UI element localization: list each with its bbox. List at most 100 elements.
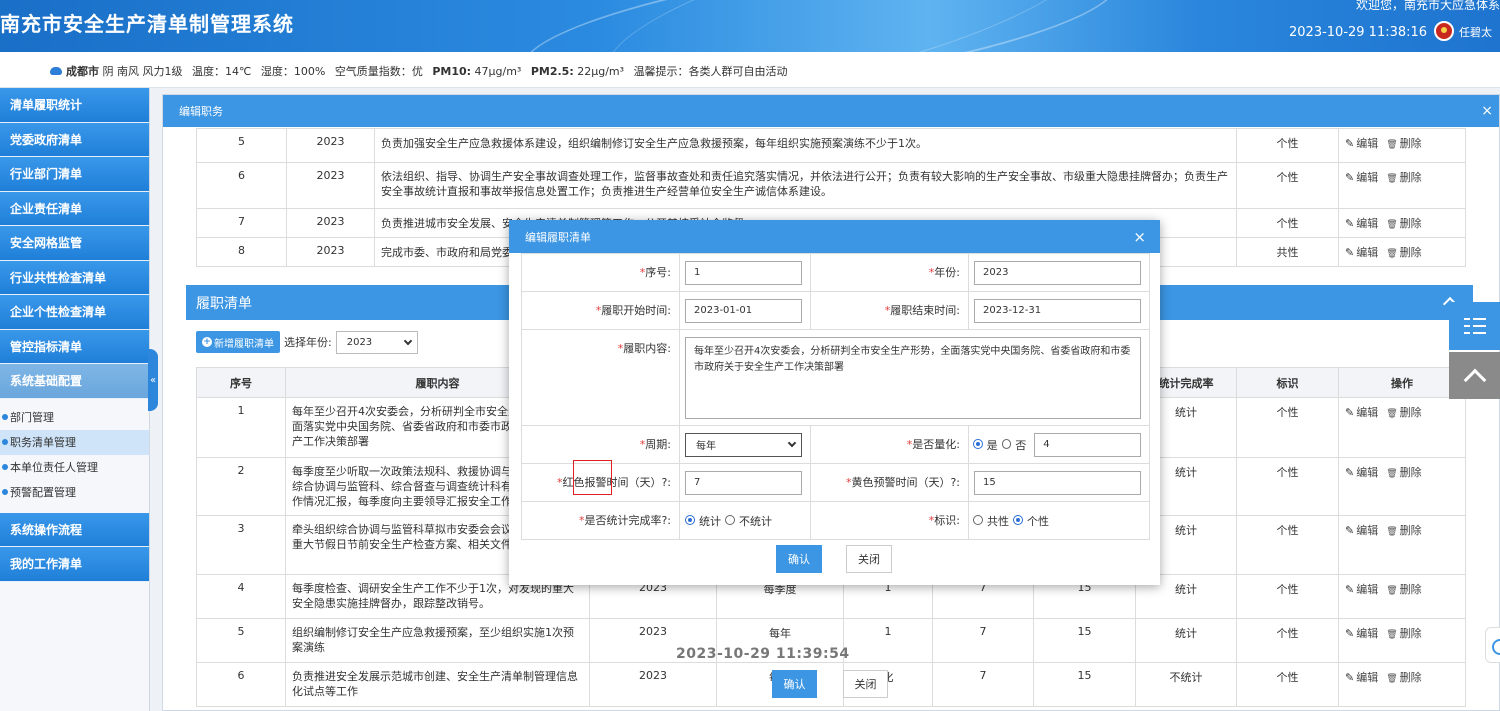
edit-link[interactable]: 编辑 bbox=[1356, 171, 1378, 184]
quant-value-input[interactable]: 4 bbox=[1034, 432, 1141, 457]
delete-icon[interactable] bbox=[1386, 217, 1399, 230]
edit-icon[interactable] bbox=[1345, 671, 1356, 684]
year-filter-select[interactable]: 2023 bbox=[335, 330, 418, 354]
year-value: 2023 bbox=[983, 267, 1009, 278]
edit-link[interactable]: 编辑 bbox=[1356, 137, 1378, 150]
tag-personal-radio[interactable] bbox=[1013, 514, 1023, 525]
delete-link[interactable]: 删除 bbox=[1400, 137, 1422, 150]
user-avatar[interactable] bbox=[1434, 21, 1454, 41]
edit-icon[interactable] bbox=[1345, 171, 1356, 184]
cell-ops: 编辑 删除 bbox=[1338, 162, 1466, 209]
sidebar-sub-duty-list[interactable]: 职务清单管理 bbox=[0, 429, 149, 455]
edit-link[interactable]: 编辑 bbox=[1356, 466, 1378, 479]
panel-confirm-button[interactable]: 确认 bbox=[772, 670, 817, 698]
start-date-input[interactable]: 2023-01-01 bbox=[685, 298, 802, 323]
dialog-close-icon[interactable]: × bbox=[1133, 228, 1146, 246]
cell-no: 8 bbox=[196, 237, 287, 267]
cell-no: 5 bbox=[196, 128, 287, 163]
humidity-label: 湿度： bbox=[260, 65, 294, 78]
delete-icon[interactable] bbox=[1386, 671, 1399, 684]
edit-icon[interactable] bbox=[1345, 406, 1356, 419]
edit-link[interactable]: 编辑 bbox=[1356, 671, 1378, 684]
help-bubble-icon[interactable] bbox=[1485, 627, 1500, 663]
delete-link[interactable]: 删除 bbox=[1400, 671, 1422, 684]
panel-close-button[interactable]: 关闭 bbox=[843, 670, 888, 698]
edit-icon[interactable] bbox=[1345, 217, 1356, 230]
edit-link[interactable]: 编辑 bbox=[1356, 217, 1378, 230]
user-name-menu[interactable]: 任碧太 bbox=[1459, 24, 1492, 40]
cycle-select[interactable]: 每年 bbox=[685, 432, 802, 457]
sidebar-item-industry-dept-list[interactable]: 行业部门清单 bbox=[0, 157, 149, 192]
delete-icon[interactable] bbox=[1386, 246, 1399, 259]
sidebar-item-common-check[interactable]: 行业共性检查清单 bbox=[0, 260, 149, 295]
yellow-warning-input[interactable]: 15 bbox=[974, 470, 1141, 495]
delete-link[interactable]: 删除 bbox=[1400, 524, 1422, 537]
end-date-input[interactable]: 2023-12-31 bbox=[974, 298, 1141, 323]
edit-icon[interactable] bbox=[1345, 246, 1356, 259]
delete-icon[interactable] bbox=[1386, 406, 1399, 419]
delete-icon[interactable] bbox=[1386, 524, 1399, 537]
cell-tag: 个性 bbox=[1236, 515, 1339, 575]
sidebar-item-personal-check[interactable]: 企业个性检查清单 bbox=[0, 295, 149, 330]
delete-icon[interactable] bbox=[1386, 171, 1399, 184]
sidebar-item-control-index[interactable]: 管控指标清单 bbox=[0, 329, 149, 364]
quant-yes-radio[interactable] bbox=[973, 438, 983, 449]
stat-no-radio[interactable] bbox=[725, 514, 735, 525]
sidebar-sub-responsible[interactable]: 本单位责任人管理 bbox=[0, 455, 149, 480]
sidebar-item-enterprise-list[interactable]: 企业责任清单 bbox=[0, 191, 149, 226]
dialog-close-button[interactable]: 关闭 bbox=[846, 545, 892, 573]
sidebar-collapse-toggle[interactable]: « bbox=[148, 349, 158, 411]
stat-no-label: 不统计 bbox=[739, 514, 772, 528]
edit-icon[interactable] bbox=[1345, 466, 1356, 479]
tag-common-radio[interactable] bbox=[973, 514, 983, 525]
table-row: 6 负责推进安全发展示范城市创建、安全生产清单制管理信息化试点等工作 2023 … bbox=[196, 662, 1466, 707]
edit-link[interactable]: 编辑 bbox=[1356, 583, 1378, 596]
content-textarea[interactable]: 每年至少召开4次安委会，分析研判全市安全生产形势，全面落实党中央国务院、省委省政… bbox=[685, 336, 1141, 419]
sidebar-sub-warning[interactable]: 预警配置管理 bbox=[0, 480, 149, 505]
stat-yes-radio[interactable] bbox=[685, 514, 695, 525]
sidebar-item-duty-stats[interactable]: 清单履职统计 bbox=[0, 88, 149, 123]
back-to-top-button[interactable] bbox=[1449, 352, 1500, 399]
panel-close-icon[interactable]: × bbox=[1481, 103, 1493, 119]
field-label: *周期: bbox=[521, 425, 680, 464]
delete-icon[interactable] bbox=[1386, 583, 1399, 596]
dialog-confirm-button[interactable]: 确认 bbox=[776, 545, 822, 573]
delete-link[interactable]: 删除 bbox=[1400, 466, 1422, 479]
delete-link[interactable]: 删除 bbox=[1400, 246, 1422, 259]
edit-icon[interactable] bbox=[1345, 583, 1356, 596]
quant-no-radio[interactable] bbox=[1001, 438, 1012, 449]
sidebar-item-safety-grid[interactable]: 安全网格监管 bbox=[0, 226, 149, 261]
red-alarm-input[interactable]: 7 bbox=[685, 470, 802, 495]
floating-menu-button[interactable] bbox=[1449, 302, 1500, 350]
delete-link[interactable]: 删除 bbox=[1400, 627, 1422, 640]
no-input[interactable]: 1 bbox=[685, 260, 802, 285]
delete-icon[interactable] bbox=[1386, 627, 1399, 640]
edit-link[interactable]: 编辑 bbox=[1356, 406, 1378, 419]
quant-no-label: 否 bbox=[1015, 438, 1027, 452]
sidebar-item-system-config[interactable]: 系统基础配置 bbox=[0, 364, 149, 399]
edit-link[interactable]: 编辑 bbox=[1356, 246, 1378, 259]
delete-link[interactable]: 删除 bbox=[1400, 583, 1422, 596]
tag-common-label: 共性 bbox=[987, 514, 1009, 528]
bullet-icon bbox=[2, 414, 8, 420]
delete-link[interactable]: 删除 bbox=[1400, 171, 1422, 184]
delete-link[interactable]: 删除 bbox=[1400, 406, 1422, 419]
edit-icon[interactable] bbox=[1345, 524, 1356, 537]
cell-ops: 编辑 删除 bbox=[1338, 662, 1466, 707]
cell-tag: 共性 bbox=[1236, 237, 1339, 267]
field-label: *履职结束时间: bbox=[810, 291, 969, 330]
year-input[interactable]: 2023 bbox=[974, 260, 1141, 285]
delete-icon[interactable] bbox=[1386, 466, 1399, 479]
sidebar-sub-dept[interactable]: 部门管理 bbox=[0, 405, 149, 430]
delete-icon[interactable] bbox=[1386, 137, 1399, 150]
sidebar-item-operation-flow[interactable]: 系统操作流程 bbox=[0, 512, 149, 547]
sidebar-item-party-gov-list[interactable]: 党委政府清单 bbox=[0, 122, 149, 157]
edit-link[interactable]: 编辑 bbox=[1356, 524, 1378, 537]
delete-link[interactable]: 删除 bbox=[1400, 217, 1422, 230]
duty-toolbar: + 新增履职清单 选择年份: 2023 bbox=[196, 329, 418, 355]
sidebar-item-my-work[interactable]: 我的工作清单 bbox=[0, 547, 149, 582]
edit-icon[interactable] bbox=[1345, 137, 1356, 150]
edit-icon[interactable] bbox=[1345, 627, 1356, 640]
edit-link[interactable]: 编辑 bbox=[1356, 627, 1378, 640]
add-duty-button[interactable]: + 新增履职清单 bbox=[196, 331, 280, 353]
